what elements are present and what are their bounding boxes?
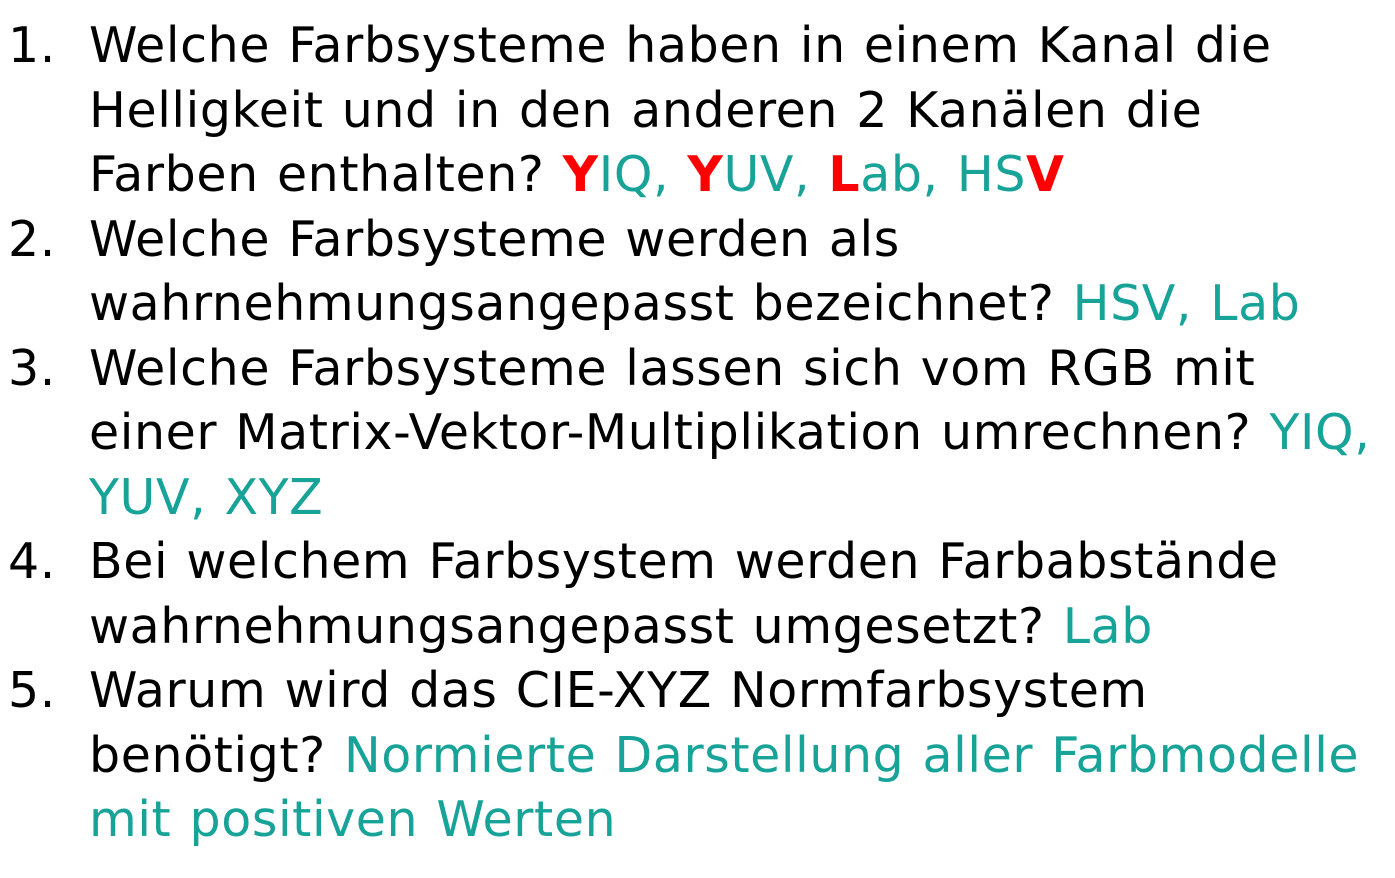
answer-highlight: V: [1026, 146, 1065, 203]
question-number: 2.: [8, 210, 56, 268]
answer: HSV, Lab: [1072, 275, 1301, 332]
answer: Lab: [1062, 597, 1153, 655]
question-text: Welche Farbsysteme werden als wahrnehmun…: [89, 210, 1055, 333]
question-item-5: 5. Warum wird das CIE-XYZ Normfarbsystem …: [0, 659, 1390, 853]
question-text: Welche Farbsysteme lassen sich vom RGB m…: [89, 339, 1256, 462]
answer: YIQ, YUV, Lab, HSV: [563, 146, 1065, 203]
answer-highlight: Y: [687, 146, 724, 203]
answer-part: ab,: [860, 146, 957, 203]
question-number: 4.: [8, 533, 56, 590]
answer-part: HS: [956, 146, 1027, 203]
answer-highlight: L: [828, 146, 861, 203]
question-number: 1.: [8, 17, 56, 74]
slide: 1. Welche Farbsysteme haben in einem Kana…: [0, 0, 1395, 878]
question-item-1: 1. Welche Farbsysteme haben in einem Kana…: [0, 14, 1390, 208]
answer-part: IQ,: [598, 146, 688, 203]
question-number: 5.: [8, 662, 56, 719]
answer-part: UV,: [723, 146, 829, 203]
question-list: 1. Welche Farbsysteme haben in einem Kana…: [0, 14, 1390, 853]
answer-highlight: Y: [562, 146, 599, 203]
question-number: 3.: [8, 339, 56, 397]
question-item-3: 3. Welche Farbsysteme lassen sich vom RGB…: [0, 337, 1390, 531]
question-item-4: 4. Bei welchem Farbsystem werden Farbabst…: [0, 530, 1390, 659]
question-item-2: 2. Welche Farbsysteme werden als wahrnehm…: [0, 208, 1390, 337]
